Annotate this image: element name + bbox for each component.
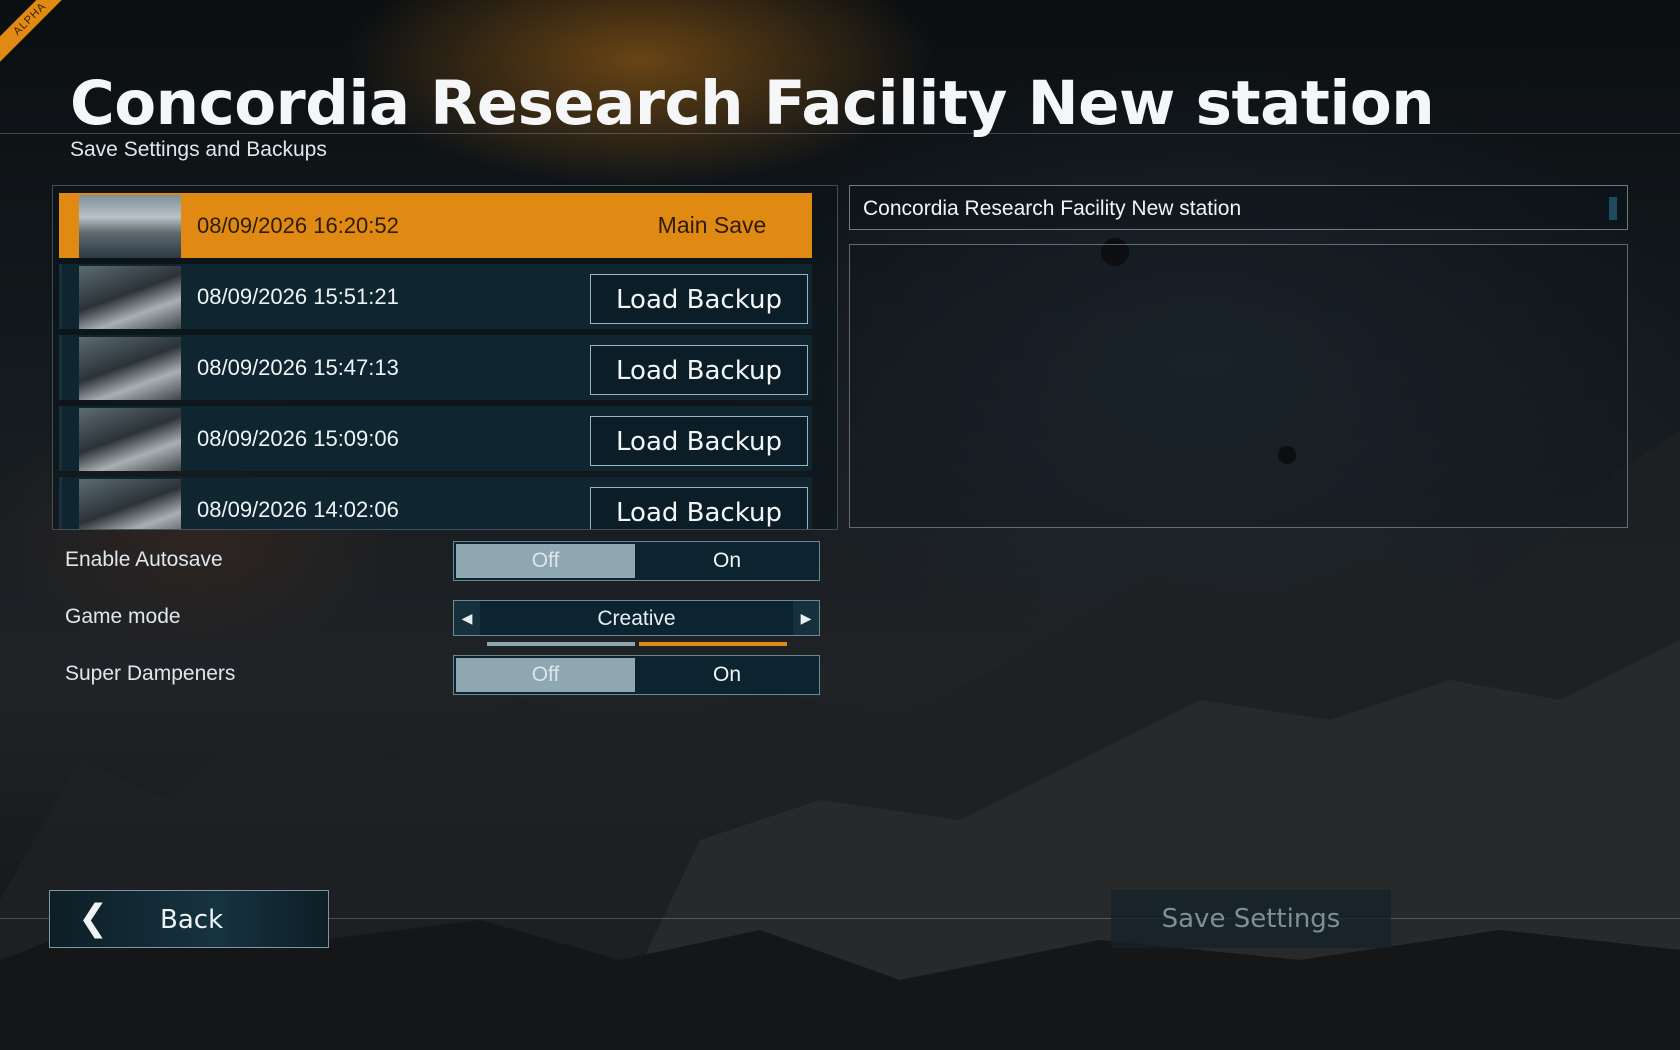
dampeners-on-option[interactable]: On [637,658,817,692]
world-name-field[interactable]: Concordia Research Facility New station [849,185,1628,230]
save-thumbnail [79,479,181,529]
main-save-row[interactable]: 08/09/2026 16:20:52 Main Save [59,193,812,258]
save-date: 08/09/2026 14:02:06 [197,497,399,522]
save-list[interactable]: 08/09/2026 16:20:52 Main Save 08/09/2026… [52,185,838,530]
back-label: Back [160,905,224,935]
save-thumbnail [79,337,181,400]
caret-right-icon[interactable]: ▶ [793,601,819,635]
autosave-on-option[interactable]: On [637,544,817,578]
game-mode-label: Game mode [65,605,181,628]
chevron-left-icon: ❮ [78,898,109,939]
world-name-value: Concordia Research Facility New station [863,197,1242,220]
caret-left-icon[interactable]: ◀ [454,601,480,635]
dampeners-label: Super Dampeners [65,662,236,685]
save-thumbnail [79,408,181,471]
dampeners-toggle[interactable]: Off On [453,655,820,695]
autosave-toggle[interactable]: Off On [453,541,820,581]
game-mode-indicator-creative [639,642,787,646]
backup-row[interactable]: 08/09/2026 15:51:21 Load Backup [59,264,812,329]
save-settings-button[interactable]: Save Settings [1111,890,1391,948]
game-mode-value: Creative [597,607,676,630]
text-cursor [1609,197,1617,220]
backup-row[interactable]: 08/09/2026 15:47:13 Load Backup [59,335,812,400]
save-date: 08/09/2026 15:51:21 [197,284,399,309]
page-subtitle: Save Settings and Backups [70,138,327,161]
save-thumbnail [79,195,181,258]
load-backup-button[interactable]: Load Backup [590,274,808,324]
save-date: 08/09/2026 15:47:13 [197,355,399,380]
save-date: 08/09/2026 15:09:06 [197,426,399,451]
save-date: 08/09/2026 16:20:52 [197,213,399,238]
autosave-off-option[interactable]: Off [456,544,635,578]
back-button[interactable]: ❮ Back [49,890,329,948]
dampeners-off-option[interactable]: Off [456,658,635,692]
backup-row[interactable]: 08/09/2026 14:02:06 Load Backup [59,477,812,529]
save-settings-label: Save Settings [1161,904,1341,934]
save-thumbnail [79,266,181,329]
world-description-field[interactable] [849,244,1628,528]
load-backup-button[interactable]: Load Backup [590,345,808,395]
autosave-label: Enable Autosave [65,548,223,571]
game-mode-indicator-survival [487,642,635,646]
load-backup-button[interactable]: Load Backup [590,416,808,466]
load-backup-button[interactable]: Load Backup [590,487,808,529]
main-save-label: Main Save [657,212,767,238]
backup-row[interactable]: 08/09/2026 15:09:06 Load Backup [59,406,812,471]
game-mode-selector[interactable]: ◀ Creative ▶ [453,600,820,636]
page-title: Concordia Research Facility New station [70,68,1435,139]
